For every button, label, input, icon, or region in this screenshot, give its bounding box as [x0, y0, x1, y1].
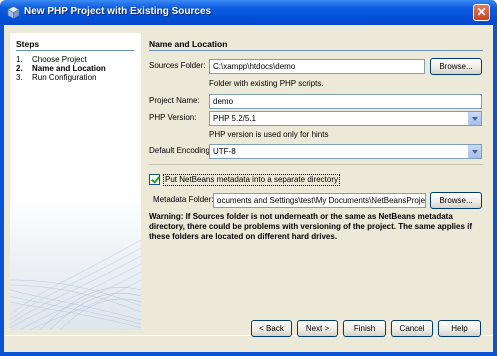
sources-folder-hint: Folder with existing PHP scripts. — [209, 79, 324, 88]
metadata-checkbox[interactable] — [149, 174, 160, 185]
next-button[interactable]: Next > — [297, 320, 338, 337]
close-button[interactable]: ✕ — [473, 4, 490, 21]
cancel-button[interactable]: Cancel — [391, 320, 433, 337]
metadata-folder-field[interactable]: ocuments and Settings\test\My Documents\… — [213, 193, 426, 208]
metadata-browse-button[interactable]: Browse... — [430, 192, 482, 209]
title-bar[interactable]: New PHP Project with Existing Sources ✕ — [0, 0, 497, 25]
step-number: 3. — [16, 73, 23, 82]
php-version-select[interactable]: PHP 5.2/5.1 — [209, 111, 482, 126]
chevron-down-icon[interactable] — [468, 112, 481, 125]
versioning-warning: Warning: If Sources folder is not undern… — [149, 212, 473, 241]
step-label: Run Configuration — [32, 73, 97, 82]
section-divider — [149, 50, 483, 51]
wizard-window: New PHP Project with Existing Sources ✕ … — [0, 0, 497, 356]
step-number: 2. — [16, 64, 23, 73]
step-label: Name and Location — [32, 64, 106, 73]
project-name-label: Project Name: — [149, 96, 200, 105]
metadata-folder-label: Metadata Folder: — [153, 195, 214, 204]
netbeans-cube-icon — [7, 6, 20, 19]
window-title: New PHP Project with Existing Sources — [24, 6, 212, 17]
chevron-down-icon[interactable] — [468, 145, 481, 158]
step-run-configuration: 3. Run Configuration — [16, 73, 96, 82]
step-choose-project: 1. Choose Project — [16, 55, 87, 64]
php-version-value: PHP 5.2/5.1 — [213, 114, 256, 123]
steps-divider — [16, 50, 134, 51]
steps-panel: Steps 1. Choose Project 2. Name and Locati… — [10, 33, 141, 330]
default-encoding-value: UTF-8 — [213, 147, 236, 156]
name-location-panel: Name and Location Sources Folder: C:\xam… — [145, 33, 487, 330]
section-heading: Name and Location — [149, 39, 228, 49]
default-encoding-label: Default Encoding: — [149, 146, 213, 155]
project-name-field[interactable]: demo — [209, 94, 482, 109]
dialog-body: Steps 1. Choose Project 2. Name and Locati… — [4, 25, 493, 352]
metadata-checkbox-label[interactable]: Put NetBeans metadata into a separate di… — [163, 174, 340, 186]
php-version-label: PHP Version: — [149, 113, 197, 122]
sources-folder-label: Sources Folder: — [149, 61, 206, 70]
sources-folder-field[interactable]: C:\xampp\htdocs\demo — [209, 59, 425, 74]
default-encoding-select[interactable]: UTF-8 — [209, 144, 482, 159]
step-label: Choose Project — [32, 55, 87, 64]
close-icon: ✕ — [476, 5, 487, 19]
finish-button[interactable]: Finish — [343, 320, 386, 337]
step-number: 1. — [16, 55, 23, 64]
steps-heading: Steps — [16, 39, 40, 49]
decorative-swirl-graphic — [10, 239, 141, 330]
separator — [149, 164, 483, 165]
step-name-and-location: 2. Name and Location — [16, 64, 106, 73]
help-button[interactable]: Help — [438, 320, 481, 337]
sources-browse-button[interactable]: Browse... — [430, 58, 482, 75]
back-button[interactable]: < Back — [251, 320, 292, 337]
php-version-hint: PHP version is used only for hints — [209, 130, 329, 139]
